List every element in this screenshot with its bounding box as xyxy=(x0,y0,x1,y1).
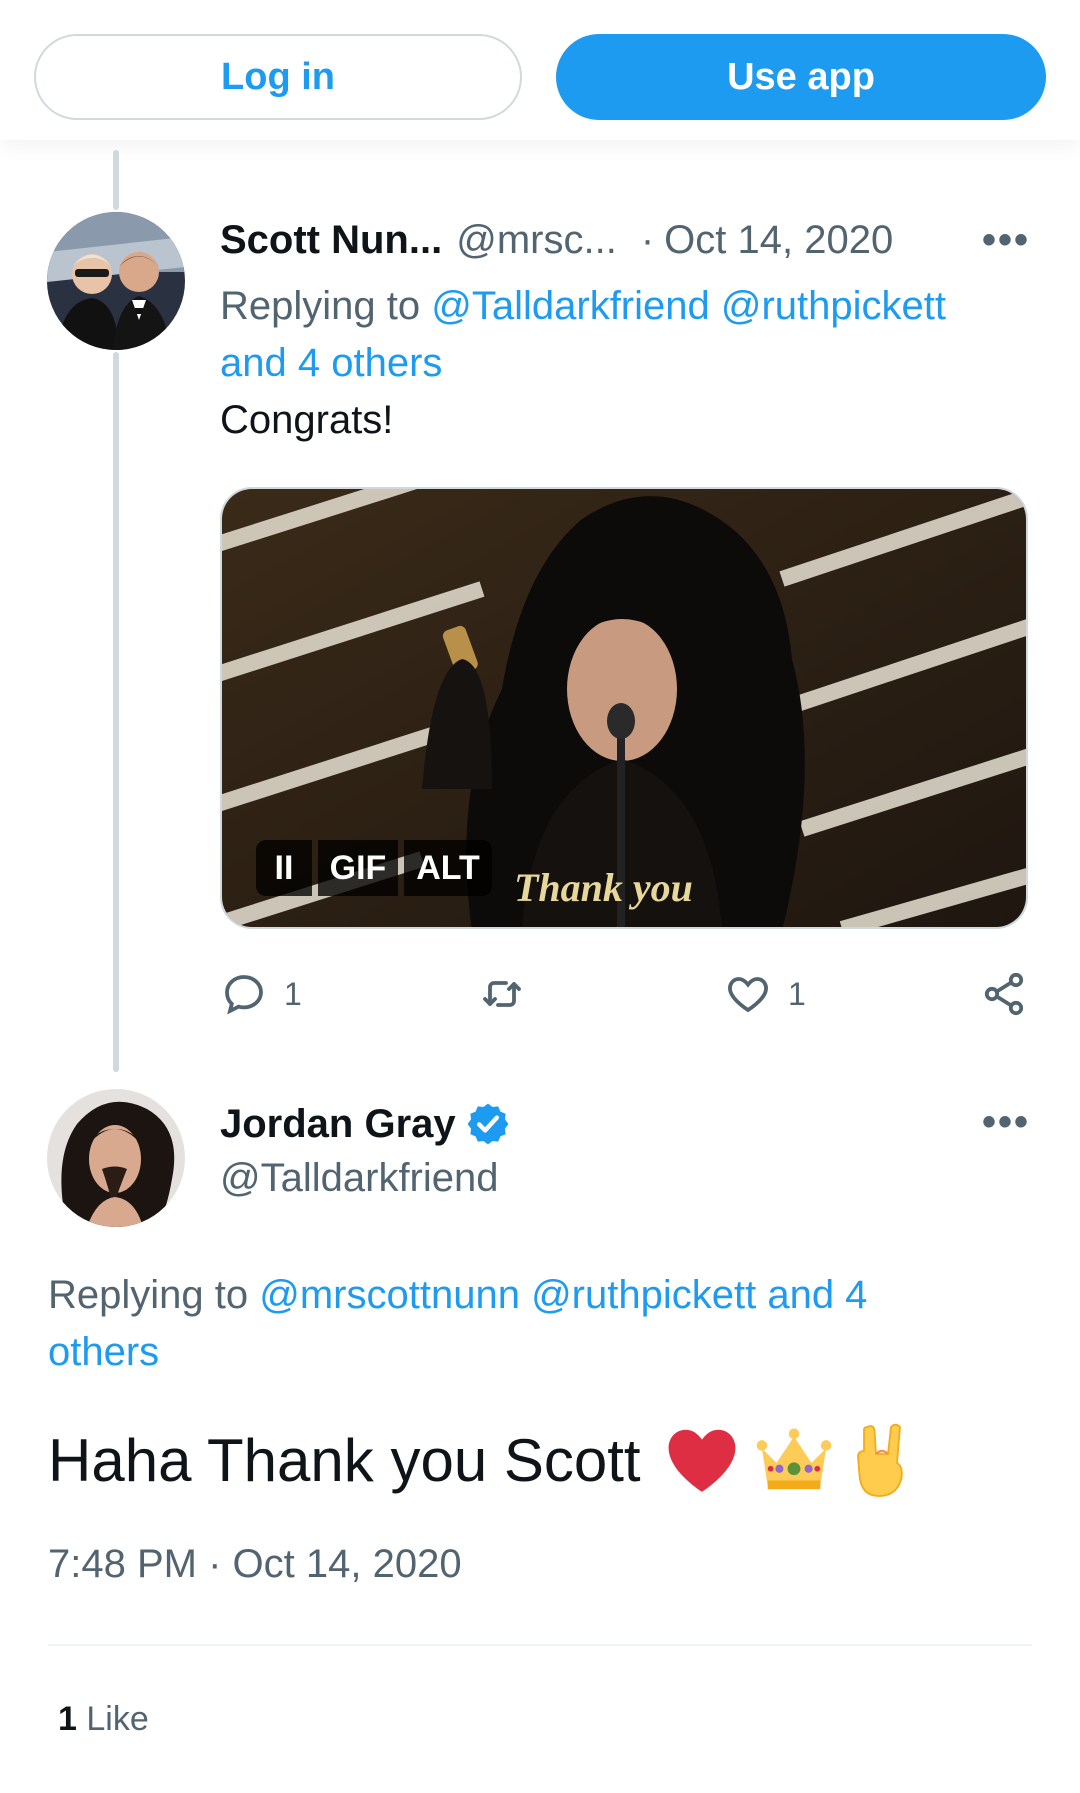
reply-tweet-header: Scott Nun... @mrsc... · Oct 14, 2020 xyxy=(220,212,893,268)
replying-prefix: Replying to xyxy=(48,1273,249,1317)
likes-summary[interactable]: 1 Like xyxy=(58,1700,149,1739)
tweet-date: Oct 14, 2020 xyxy=(232,1542,462,1586)
author-handle[interactable]: @Talldarkfriend xyxy=(220,1156,499,1201)
retweet-icon xyxy=(483,981,521,1007)
replying-to: Replying to @mrscottnunn @ruthpickett an… xyxy=(48,1267,1008,1381)
like-action[interactable]: 1 xyxy=(724,970,806,1018)
avatar-jordan[interactable] xyxy=(47,1089,185,1227)
mention-link[interactable]: @ruthpickett xyxy=(721,284,946,328)
top-bar: Log in Use app xyxy=(0,0,1080,140)
alt-badge[interactable]: ALT xyxy=(404,840,492,896)
gif-caption-text: Thank you xyxy=(514,865,693,910)
like-count: 1 xyxy=(788,975,806,1012)
reply-count: 1 xyxy=(284,975,302,1012)
main-tweet-body: Haha Thank you Scott xyxy=(48,1420,917,1500)
more-options-icon[interactable]: ••• xyxy=(982,218,1030,263)
pause-button[interactable]: II xyxy=(256,840,312,896)
thread-line-top xyxy=(113,150,119,210)
tweet-time: 7:48 PM xyxy=(48,1542,197,1586)
author-name[interactable]: Scott Nun... xyxy=(220,218,442,263)
crown-emoji-icon xyxy=(756,1428,831,1490)
mention-link[interactable]: @Talldarkfriend xyxy=(431,284,710,328)
author-name[interactable]: Jordan Gray xyxy=(220,1102,456,1147)
use-app-button[interactable]: Use app xyxy=(556,34,1046,120)
divider xyxy=(48,1644,1032,1646)
heart-icon xyxy=(728,977,768,1013)
avatar-photo-icon xyxy=(47,212,185,350)
main-tweet-header: Jordan Gray xyxy=(220,1096,512,1152)
thread-line xyxy=(113,352,119,1072)
separator-dot: · xyxy=(640,217,655,262)
avatar-photo-icon xyxy=(47,1089,185,1227)
tweet-date[interactable]: Oct 14, 2020 xyxy=(664,218,893,263)
gif-badge: GIF xyxy=(318,840,398,896)
likes-label: Like xyxy=(86,1700,149,1738)
tweet-text: Haha Thank you Scott xyxy=(48,1426,641,1494)
share-action[interactable] xyxy=(980,970,1028,1018)
login-button[interactable]: Log in xyxy=(34,34,522,120)
others-link[interactable]: others xyxy=(48,1330,159,1374)
author-handle[interactable]: @mrsc... xyxy=(456,218,617,263)
share-icon xyxy=(984,972,1024,1016)
tweet-timestamp[interactable]: 7:48 PM · Oct 14, 2020 xyxy=(48,1542,462,1587)
tweet-text: Congrats! xyxy=(220,398,394,442)
verified-badge-icon xyxy=(467,1103,509,1145)
reply-action[interactable]: 1 xyxy=(220,970,302,1018)
others-link[interactable]: and 4 others xyxy=(220,341,442,385)
reply-icon xyxy=(225,975,263,1015)
likes-count: 1 xyxy=(58,1700,77,1738)
rock-hand-emoji-icon xyxy=(856,1423,903,1497)
more-options-icon[interactable]: ••• xyxy=(982,1100,1030,1145)
replying-to: Replying to @Talldarkfriend @ruthpickett… xyxy=(220,278,1020,392)
replying-prefix: Replying to xyxy=(220,284,421,328)
mention-link[interactable]: @mrscottnunn xyxy=(259,1273,520,1317)
retweet-action[interactable] xyxy=(478,970,526,1018)
mention-link[interactable]: @ruthpickett and 4 xyxy=(531,1273,867,1317)
avatar-scott[interactable] xyxy=(47,212,185,350)
heart-emoji-icon xyxy=(668,1429,736,1492)
separator-dot: · xyxy=(208,1542,222,1586)
